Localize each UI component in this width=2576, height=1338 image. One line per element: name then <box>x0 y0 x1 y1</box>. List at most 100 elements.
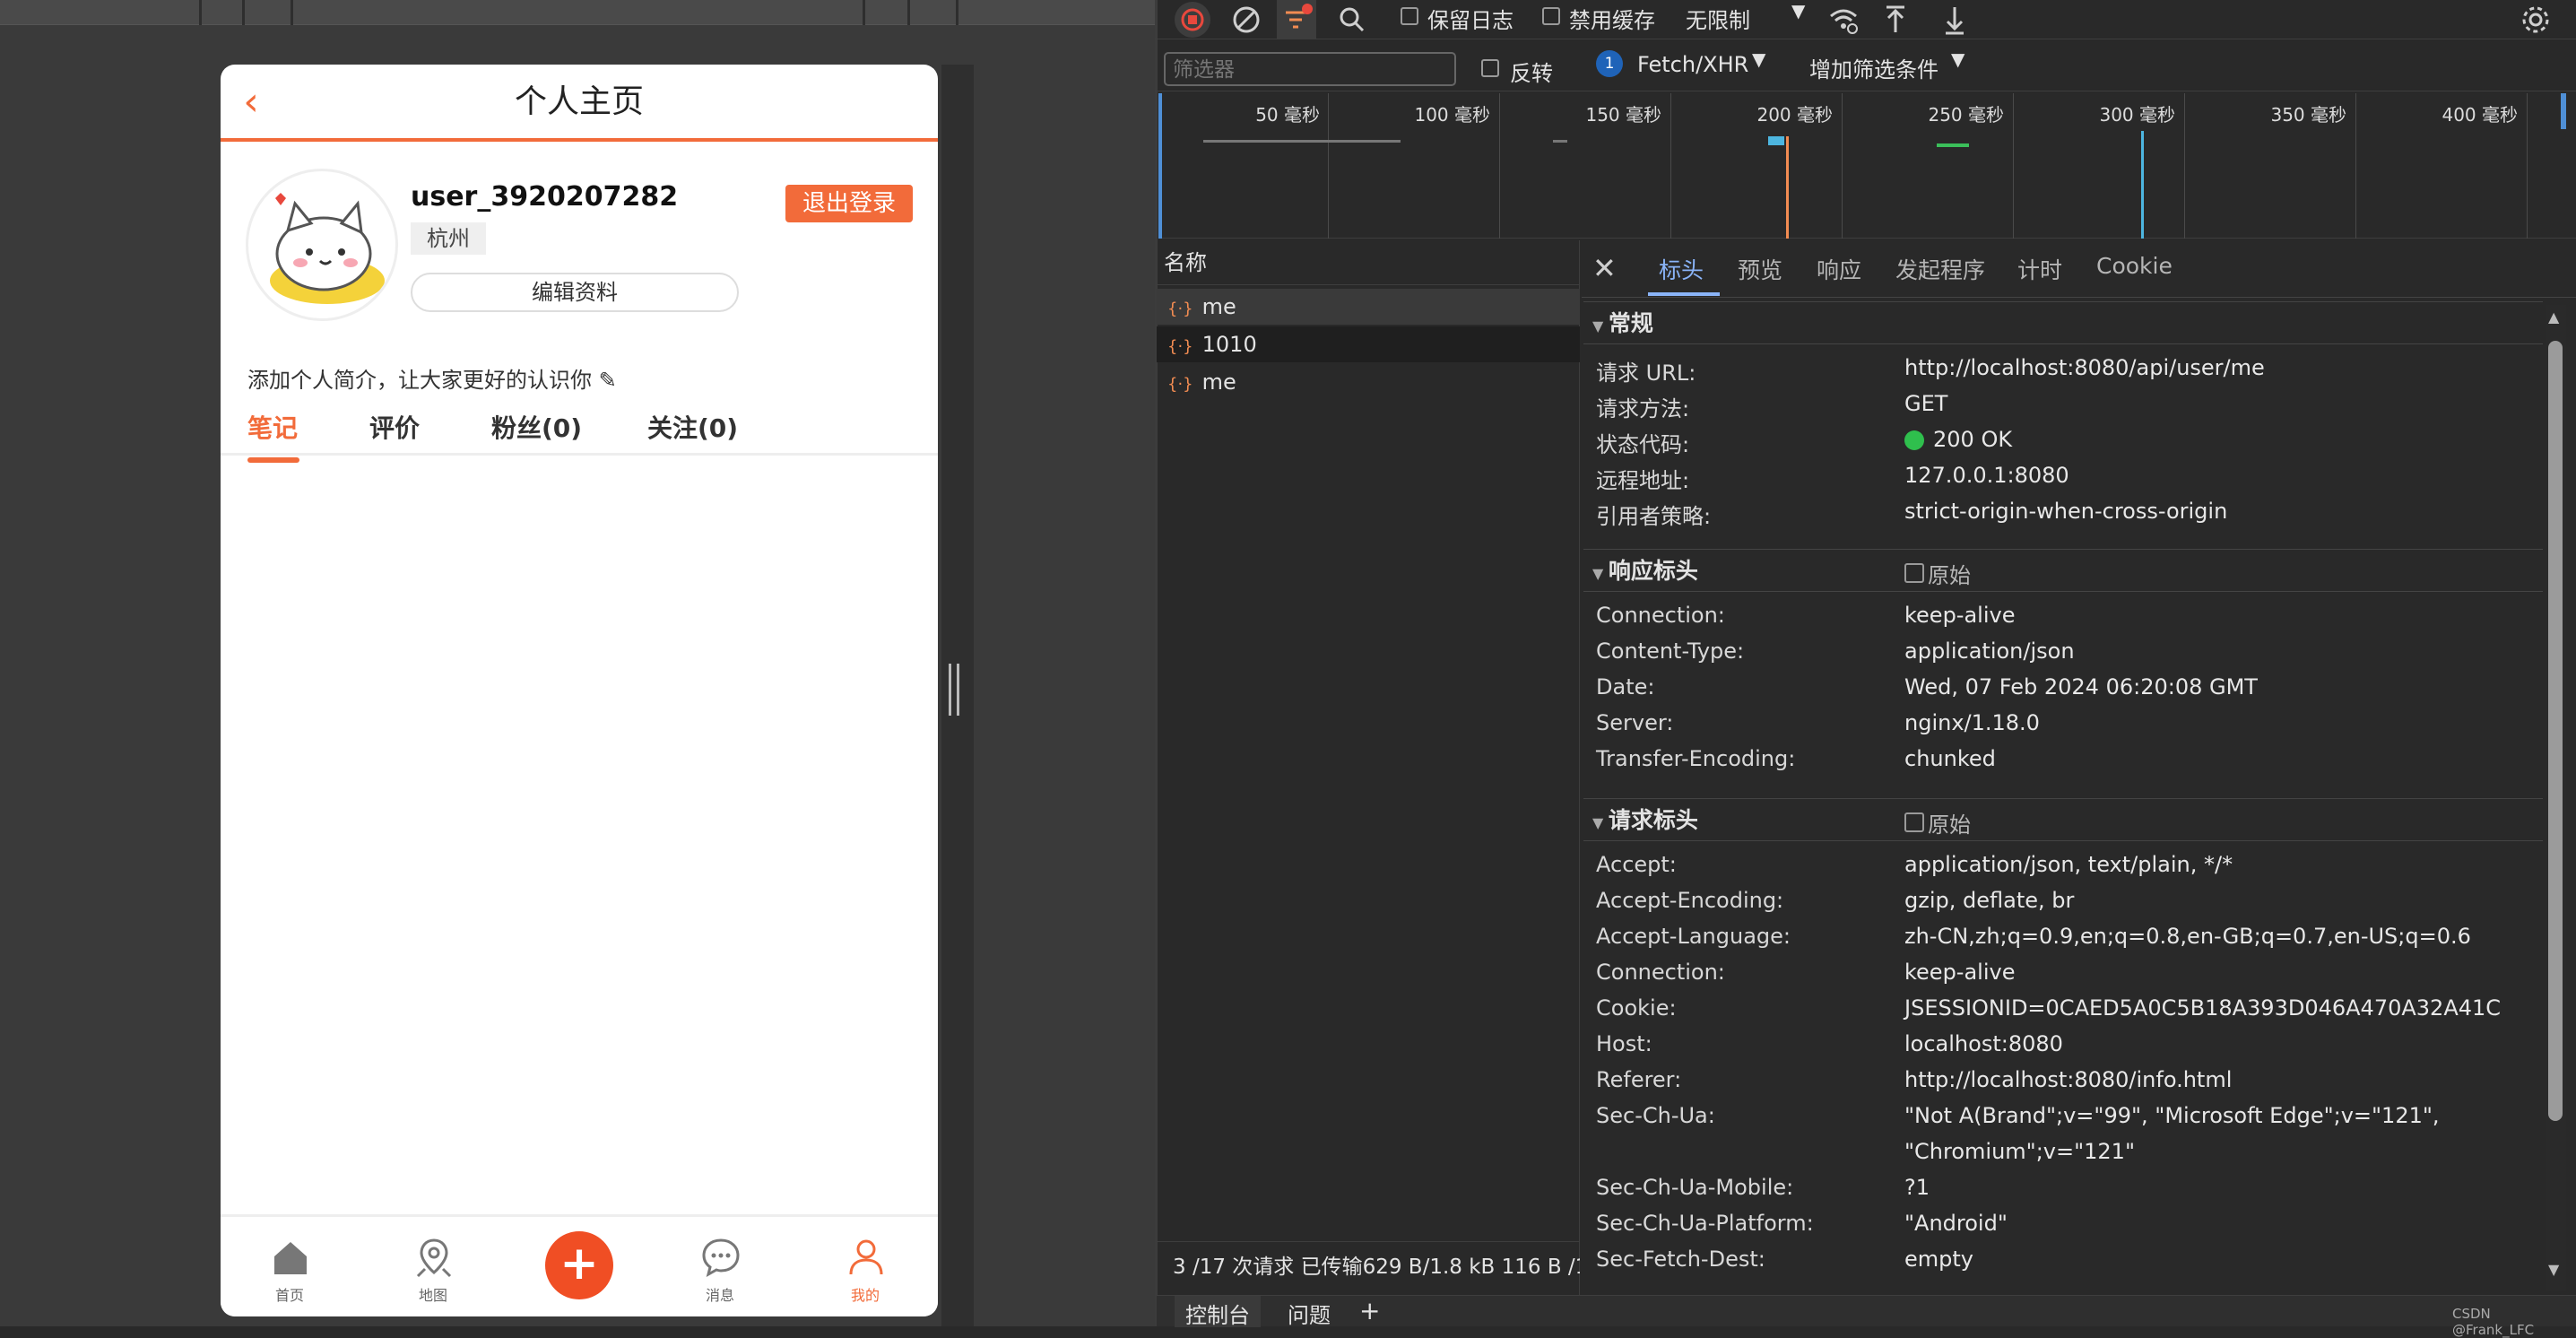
edit-profile-button[interactable]: 编辑资料 <box>411 273 739 312</box>
bio-prompt[interactable]: 添加个人简介，让大家更好的认识你 ✎ <box>247 362 617 394</box>
header-key: Cookie: <box>1596 995 1677 1021</box>
request-headers-section-header[interactable]: ▼ 请求标头 <box>1583 798 2543 841</box>
request-row[interactable]: {·} me <box>1157 364 1580 400</box>
filter-icon[interactable] <box>1277 0 1316 39</box>
nav-mine[interactable]: 我的 <box>825 1217 906 1316</box>
resize-handle[interactable] <box>949 664 959 716</box>
filter-input[interactable] <box>1164 52 1456 86</box>
close-icon[interactable]: ✕ <box>1592 251 1617 285</box>
scroll-down-icon[interactable]: ▼ <box>2548 1261 2559 1278</box>
header-key: Date: <box>1596 674 1655 699</box>
map-pin-icon <box>416 1238 452 1278</box>
header-key: 请求 URL: <box>1596 361 1696 386</box>
city-tag: 杭州 <box>411 222 486 255</box>
download-icon[interactable] <box>1937 2 1973 38</box>
tab-response[interactable]: 响应 <box>1817 253 1861 285</box>
back-icon[interactable]: ‹ <box>230 75 273 129</box>
chevron-down-icon[interactable]: ▼ <box>1752 48 1765 70</box>
request-name: me <box>1201 369 1236 395</box>
raw-label: 原始 <box>1928 812 1971 838</box>
ruler-tick <box>242 0 245 25</box>
request-name: 1010 <box>1201 332 1257 357</box>
timeline-label: 100 毫秒 <box>1414 104 1490 126</box>
response-headers-section-header[interactable]: ▼ 响应标头 <box>1583 549 2543 592</box>
name-column-header[interactable]: 名称 <box>1157 240 1580 285</box>
header-key: Sec-Fetch-Dest: <box>1596 1247 1765 1272</box>
xhr-icon: {·} <box>1167 300 1193 318</box>
header-key: Accept: <box>1596 852 1677 877</box>
more-filters-button[interactable]: 增加筛选条件 <box>1809 52 1939 83</box>
timeline-label: 50 毫秒 <box>1255 104 1320 126</box>
timeline-start-marker <box>1158 93 1162 239</box>
profile-tabs: 笔记 评价 粉丝(0) 关注(0) <box>221 411 938 456</box>
header-key: 远程地址: <box>1596 468 1690 493</box>
tab-initiator[interactable]: 发起程序 <box>1895 253 1985 285</box>
header-key: Content-Type: <box>1596 639 1745 664</box>
network-conditions-icon[interactable] <box>1826 2 1861 38</box>
clear-icon[interactable] <box>1228 2 1264 38</box>
header-value: nginx/1.18.0 <box>1904 710 2040 735</box>
collapse-icon: ▼ <box>1592 317 1609 334</box>
nav-home[interactable]: 首页 <box>249 1217 330 1316</box>
page-title: 个人主页 <box>514 83 644 120</box>
header-key: Sec-Ch-Ua: <box>1596 1103 1715 1128</box>
header-key: 引用者策略: <box>1596 504 1712 529</box>
tab-issues[interactable]: 问题 <box>1288 1298 1331 1329</box>
tab-cookie[interactable]: Cookie <box>2096 253 2173 279</box>
scrollbar-thumb[interactable] <box>2548 341 2563 1121</box>
chevron-down-icon[interactable]: ▼ <box>1791 0 1805 22</box>
header-value: "Not A(Brand";v="99", "Microsoft Edge";v… <box>1904 1103 2440 1128</box>
section-title: 请求标头 <box>1608 807 1698 833</box>
header-value: 200 OK <box>1933 427 2013 452</box>
disable-cache-checkbox[interactable] <box>1542 7 1560 25</box>
xhr-icon: {·} <box>1167 375 1193 394</box>
timeline-label: 300 毫秒 <box>2099 104 2175 126</box>
tab-preview[interactable]: 预览 <box>1738 253 1782 285</box>
user-icon <box>849 1239 883 1275</box>
upload-icon[interactable] <box>1878 2 1913 38</box>
cat-avatar-icon <box>270 193 385 304</box>
nav-label: 我的 <box>850 1287 880 1304</box>
nav-messages[interactable]: 消息 <box>680 1217 760 1316</box>
tab-headers[interactable]: 标头 <box>1659 253 1704 285</box>
throttle-select[interactable]: 无限制 <box>1686 3 1750 34</box>
record-stop-icon[interactable] <box>1175 2 1210 38</box>
gear-icon[interactable] <box>2518 2 2554 38</box>
general-section-header[interactable]: ▼ 常规 <box>1583 301 2543 344</box>
tab-console[interactable]: 控制台 <box>1185 1298 1250 1329</box>
scroll-up-icon[interactable]: ▲ <box>2548 308 2559 326</box>
raw-checkbox[interactable] <box>1904 812 1924 832</box>
invert-checkbox[interactable] <box>1481 59 1499 77</box>
header-key: Accept-Encoding: <box>1596 888 1784 913</box>
request-name: me <box>1201 294 1236 319</box>
network-timeline[interactable]: 50 毫秒 100 毫秒 150 毫秒 200 毫秒 250 毫秒 300 毫秒… <box>1158 93 2576 239</box>
request-row[interactable]: {·} 1010 <box>1157 326 1580 362</box>
chevron-down-icon[interactable]: ▼ <box>1951 48 1965 70</box>
disable-cache-label: 禁用缓存 <box>1569 8 1655 33</box>
fetch-count-badge: 1 <box>1596 50 1623 77</box>
tab-timing[interactable]: 计时 <box>2017 253 2062 285</box>
search-icon[interactable] <box>1334 2 1370 38</box>
timeline-bar <box>1203 140 1401 143</box>
avatar[interactable] <box>246 169 398 321</box>
preserve-log-checkbox[interactable] <box>1401 7 1418 25</box>
header-value: chunked <box>1904 746 1996 771</box>
add-tab-icon[interactable]: + <box>1359 1296 1380 1325</box>
tab-reviews[interactable]: 评价 <box>369 411 420 447</box>
plus-icon[interactable]: + <box>545 1231 613 1299</box>
raw-label: 原始 <box>1928 563 1971 588</box>
header-value: localhost:8080 <box>1904 1031 2063 1056</box>
tab-fans[interactable]: 粉丝(0) <box>491 411 582 447</box>
nav-map[interactable]: 地图 <box>393 1217 473 1316</box>
header-key: Host: <box>1596 1031 1652 1056</box>
raw-checkbox[interactable] <box>1904 563 1924 583</box>
section-title: 常规 <box>1608 310 1653 336</box>
ruler-tick <box>863 0 865 25</box>
logout-button[interactable]: 退出登录 <box>785 185 913 222</box>
tab-following[interactable]: 关注(0) <box>647 411 738 447</box>
device-ruler <box>0 0 1155 25</box>
request-row[interactable]: {·} me <box>1157 289 1580 325</box>
fetch-xhr-filter[interactable]: Fetch/XHR <box>1637 52 1748 77</box>
tab-notes[interactable]: 笔记 <box>247 411 298 447</box>
header-value: ?1 <box>1904 1175 1930 1200</box>
